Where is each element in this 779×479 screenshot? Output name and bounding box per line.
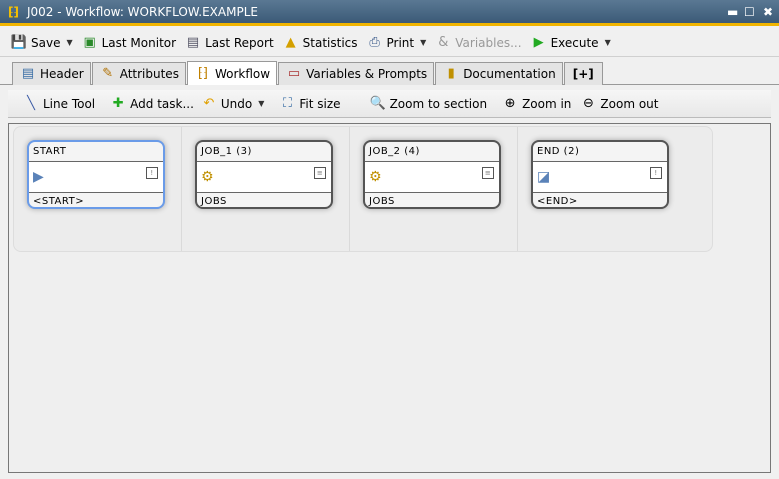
save-button[interactable]: 💾 Save ▼ — [10, 34, 73, 52]
tab-add[interactable]: [+] — [563, 62, 603, 85]
zoom-to-section-button[interactable]: 🔍 Zoom to section — [369, 95, 487, 113]
add-task-button[interactable]: ✚ Add task... — [109, 95, 194, 113]
workflow-canvas[interactable]: START ▶! <START> JOB_1 (3) ⚙ ≡ JOBS JOB_2… — [8, 123, 771, 473]
workflow-icon: ⁅⁆ — [8, 4, 19, 19]
tab-workflow[interactable]: ⁅⁆ Workflow — [186, 61, 278, 85]
end-icon: ◪ — [537, 169, 551, 185]
statistics-button[interactable]: ▲ Statistics — [282, 34, 358, 52]
zoom-out-icon: ⊖ — [582, 95, 594, 111]
node-menu-icon[interactable]: ≡ — [314, 167, 326, 179]
chevron-down-icon[interactable]: ▼ — [258, 99, 264, 108]
workflow-icon: ⁅⁆ — [197, 65, 209, 81]
undo-button[interactable]: ↶ Undo ▼ — [200, 95, 264, 113]
add-task-icon: ✚ — [112, 95, 124, 111]
workflow-node-start[interactable]: START ▶! <START> — [27, 140, 165, 209]
variables-button[interactable]: & Variables... — [434, 34, 521, 52]
tab-variables-prompts[interactable]: ▭ Variables & Prompts — [278, 62, 435, 85]
workflow-node-job2[interactable]: JOB_2 (4) ⚙ ≡ JOBS — [363, 140, 501, 209]
play-icon: ▶ — [533, 34, 544, 50]
tab-header[interactable]: ▤ Header — [12, 62, 91, 85]
report-icon: ▤ — [186, 34, 200, 50]
maximize-button[interactable]: ☐ — [744, 5, 755, 19]
chevron-down-icon[interactable]: ▼ — [420, 38, 426, 47]
tab-attributes[interactable]: ✎ Attributes — [91, 62, 186, 85]
main-toolbar: 💾 Save ▼ ▣ Last Monitor ▤ Last Report ▲ Stati… — [0, 29, 779, 57]
zoom-in-icon: ⊕ — [504, 95, 516, 111]
minimize-button[interactable]: ▬ — [727, 5, 738, 19]
fit-size-icon: ⛶ — [282, 95, 292, 111]
close-button[interactable]: ✖ — [763, 5, 773, 19]
zoom-in-button[interactable]: ⊕ Zoom in — [501, 95, 572, 113]
workflow-node-job1[interactable]: JOB_1 (3) ⚙ ≡ JOBS — [195, 140, 333, 209]
start-triangle-icon: ▶ — [33, 169, 45, 185]
variables-icon: & — [438, 34, 449, 50]
last-monitor-button[interactable]: ▣ Last Monitor — [81, 34, 176, 52]
attributes-icon: ✎ — [102, 66, 114, 81]
execute-button[interactable]: ▶ Execute ▼ — [530, 34, 611, 52]
variables-icon: ▭ — [287, 66, 301, 81]
node-menu-icon[interactable]: ! — [146, 167, 158, 179]
tab-documentation[interactable]: ▮ Documentation — [435, 62, 563, 85]
header-icon: ▤ — [21, 66, 35, 81]
window-title: J002 - Workflow: WORKFLOW.EXAMPLE — [26, 4, 258, 19]
book-icon: ▮ — [447, 66, 455, 81]
monitor-icon: ▣ — [83, 34, 96, 50]
workflow-node-end[interactable]: END (2) ◪! <END> — [531, 140, 669, 209]
node-menu-icon[interactable]: ≡ — [482, 167, 494, 179]
title-bar: ⁅⁆ J002 - Workflow: WORKFLOW.EXAMPLE ▬ ☐… — [0, 0, 779, 26]
chart-icon: ▲ — [285, 34, 296, 50]
node-menu-icon[interactable]: ! — [650, 167, 662, 179]
zoom-out-button[interactable]: ⊖ Zoom out — [579, 95, 659, 113]
floppy-icon: 💾 — [10, 34, 28, 50]
job-icon: ⚙ — [201, 169, 215, 185]
last-report-button[interactable]: ▤ Last Report — [184, 34, 274, 52]
chevron-down-icon[interactable]: ▼ — [605, 38, 611, 47]
printer-icon: ⎙ — [369, 34, 380, 50]
job-icon: ⚙ — [369, 169, 383, 185]
undo-icon: ↶ — [203, 95, 215, 111]
tab-bar: ▤ Header ✎ Attributes ⁅⁆ Workflow ▭ Variable… — [12, 61, 604, 85]
line-icon: ╲ — [27, 95, 35, 111]
zoom-section-icon: 🔍 — [369, 95, 386, 111]
line-tool-button[interactable]: ╲ Line Tool — [22, 95, 95, 113]
workflow-toolbar: ╲ Line Tool ✚ Add task... ↶ Undo ▼ ⛶ Fit size… — [8, 90, 771, 118]
print-button[interactable]: ⎙ Print ▼ — [366, 34, 426, 52]
fit-size-button[interactable]: ⛶ Fit size — [278, 95, 341, 113]
chevron-down-icon[interactable]: ▼ — [66, 38, 72, 47]
